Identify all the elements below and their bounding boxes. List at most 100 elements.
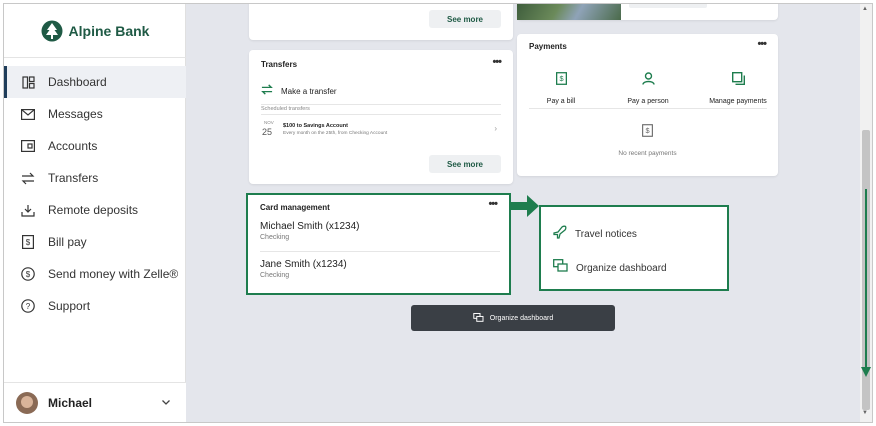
scroll-down-icon[interactable]: ▼ (862, 410, 868, 416)
card-title: Payments (529, 42, 567, 51)
more-options-icon[interactable]: ••• (488, 198, 498, 210)
more-options-icon[interactable]: ••• (492, 56, 502, 68)
see-more-button[interactable]: See more (429, 10, 501, 28)
menu-item-label: Organize dashboard (576, 262, 667, 274)
pay-person-label: Pay a person (627, 98, 669, 105)
sidebar-item-label: Remote deposits (48, 203, 139, 217)
sidebar-item-dashboard[interactable]: Dashboard (4, 66, 186, 98)
top-image-card (517, 4, 778, 20)
organize-dashboard-button[interactable]: Organize dashboard (411, 305, 615, 331)
scheduled-label: Scheduled transfers (261, 106, 310, 112)
svg-text:?: ? (26, 302, 31, 311)
card-title: Transfers (261, 60, 298, 69)
menu-item-label: Travel notices (575, 229, 637, 240)
sidebar-item-label: Support (48, 299, 91, 313)
divider (260, 251, 500, 252)
sidebar-item-label: Messages (48, 107, 103, 121)
sidebar-item-transfers[interactable]: Transfers (4, 162, 186, 194)
chevron-right-icon: › (494, 124, 497, 133)
menu-item-organize-dashboard[interactable]: Organize dashboard (553, 259, 667, 277)
organize-icon (553, 259, 568, 277)
divider (529, 108, 767, 109)
card-type: Checking (260, 234, 290, 241)
sidebar-item-support[interactable]: ? Support (4, 290, 186, 322)
person-icon (617, 72, 679, 90)
svg-text:$: $ (26, 270, 31, 279)
sidebar-item-remote-deposits[interactable]: Remote deposits (4, 194, 186, 226)
dollar-circle-icon: $ (20, 266, 36, 282)
top-card: See more (249, 4, 513, 40)
sidebar-item-zelle[interactable]: $ Send money with Zelle® (4, 258, 186, 290)
sidebar-item-label: Send money with Zelle® (48, 267, 179, 281)
date-month: NOV (264, 120, 274, 125)
avatar (16, 391, 38, 414)
menu-item-travel-notices[interactable]: Travel notices (553, 225, 637, 244)
dashboard-icon (20, 74, 36, 90)
card-item[interactable]: Jane Smith (x1234) Checking (260, 259, 500, 289)
bill-icon: $ (517, 124, 778, 142)
sidebar-item-label: Transfers (48, 171, 99, 185)
image-placeholder-bar (629, 4, 707, 8)
bill-icon: $ (531, 72, 591, 90)
manage-icon (701, 71, 775, 90)
make-transfer-label: Make a transfer (281, 86, 337, 96)
sidebar-item-accounts[interactable]: Accounts (4, 130, 186, 162)
transfer-subtitle: Every month on the 25th, from Checking A… (283, 131, 388, 136)
airplane-icon (553, 225, 567, 244)
manage-payments-action[interactable]: Manage payments (701, 71, 775, 108)
transfer-arrows-icon (20, 170, 36, 186)
sidebar-item-bill-pay[interactable]: $ Bill pay (4, 226, 186, 258)
bill-icon: $ (20, 234, 36, 250)
svg-text:$: $ (645, 126, 649, 135)
user-name: Michael (48, 395, 93, 410)
scroll-indicator-arrow-icon (861, 189, 871, 377)
pay-bill-label: Pay a bill (546, 98, 576, 105)
transfers-card: Transfers ••• Make a transfer Scheduled … (249, 50, 513, 184)
no-payments-state: $ No recent payments (517, 124, 778, 160)
tree-logo-icon (41, 20, 63, 41)
svg-text:$: $ (26, 238, 31, 247)
no-payments-label: No recent payments (618, 150, 677, 157)
chevron-down-icon (162, 397, 170, 408)
card-item[interactable]: Michael Smith (x1234) Checking (260, 221, 500, 251)
pay-person-action[interactable]: Pay a person (617, 72, 679, 108)
sidebar-item-label: Dashboard (48, 75, 107, 89)
scheduled-transfer-item[interactable]: NOV 25 $100 to Savings Account Every mon… (261, 120, 501, 144)
svg-text:$: $ (559, 74, 563, 83)
scroll-up-icon[interactable]: ▲ (862, 6, 868, 12)
pay-bill-action[interactable]: $ Pay a bill (531, 72, 591, 108)
sidebar-nav: Dashboard Messages Accounts Transfers Re… (4, 66, 186, 322)
envelope-icon (20, 106, 36, 122)
help-icon: ? (20, 298, 36, 314)
card-type: Checking (260, 272, 290, 279)
brand-name: Alpine Bank (68, 22, 150, 39)
deposit-icon (20, 202, 36, 218)
divider (261, 104, 501, 105)
brand-logo[interactable]: Alpine Bank (4, 4, 186, 58)
sidebar-item-label: Accounts (48, 139, 98, 153)
make-transfer-link[interactable]: Make a transfer (261, 82, 337, 100)
sidebar-item-label: Bill pay (48, 235, 87, 249)
app-window: Alpine Bank Dashboard Messages Accounts (3, 3, 873, 423)
organize-icon (473, 309, 484, 327)
user-menu[interactable]: Michael (4, 382, 186, 422)
organize-button-label: Organize dashboard (489, 314, 554, 322)
date-day: 25 (262, 127, 273, 137)
sidebar-item-messages[interactable]: Messages (4, 98, 186, 130)
options-menu: Travel notices Organize dashboard (539, 205, 729, 291)
transfer-title: $100 to Savings Account (283, 123, 348, 129)
sidebar: Alpine Bank Dashboard Messages Accounts (4, 4, 186, 422)
landscape-image (517, 4, 621, 20)
card-name: Michael Smith (x1234) (260, 221, 360, 232)
arrow-right-icon (511, 195, 539, 217)
payments-card: Payments ••• $ Pay a bill Pay a person M… (517, 34, 778, 176)
see-more-button[interactable]: See more (429, 155, 501, 173)
accounts-icon (20, 138, 36, 154)
card-management-card: Card management ••• Michael Smith (x1234… (246, 193, 511, 295)
transfer-arrows-icon (261, 82, 273, 100)
card-name: Jane Smith (x1234) (260, 259, 347, 270)
manage-payments-label: Manage payments (709, 98, 767, 105)
divider (261, 114, 501, 115)
card-title: Card management (260, 203, 330, 212)
more-options-icon[interactable]: ••• (757, 38, 767, 50)
